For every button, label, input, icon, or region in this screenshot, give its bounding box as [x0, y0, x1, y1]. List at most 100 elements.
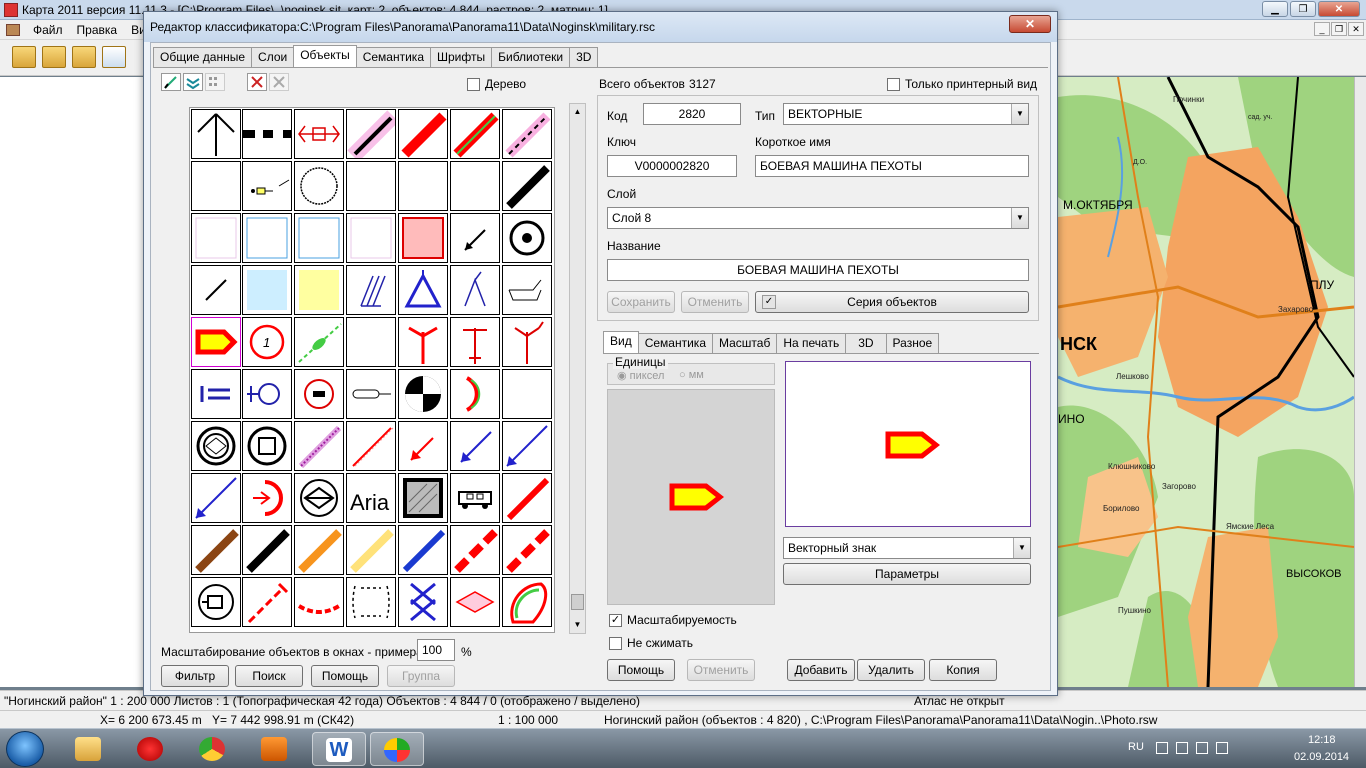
subtab-scale[interactable]: Масштаб: [712, 333, 778, 353]
mdi-minimize-icon[interactable]: _: [1314, 22, 1330, 36]
tray-volume-icon[interactable]: [1216, 742, 1228, 754]
symbol-cell[interactable]: [242, 577, 292, 627]
symbol-cell[interactable]: [346, 421, 396, 471]
subtab-semantics[interactable]: Семантика: [637, 333, 713, 353]
taskbar-explorer[interactable]: [62, 732, 116, 766]
short-name-input[interactable]: БОЕВАЯ МАШИНА ПЕХОТЫ: [755, 155, 1029, 177]
symbol-cell[interactable]: [450, 369, 500, 419]
object-symbol-grid[interactable]: 1 Aria: [189, 107, 555, 633]
symbol-cell[interactable]: [502, 525, 552, 575]
symbol-cell[interactable]: [450, 317, 500, 367]
series-button[interactable]: ✓ Серия объектов: [755, 291, 1029, 313]
move-objects-icon[interactable]: [183, 73, 203, 91]
symbol-cell[interactable]: [191, 369, 241, 419]
symbol-cell[interactable]: [294, 369, 344, 419]
open-folder-icon[interactable]: [12, 46, 36, 68]
grid-scrollbar[interactable]: ▲ ▼: [569, 103, 586, 634]
symbol-cell[interactable]: [346, 525, 396, 575]
symbol-cell[interactable]: [502, 577, 552, 627]
save-button[interactable]: Сохранить: [607, 291, 675, 313]
mdi-close-icon[interactable]: ✕: [1348, 22, 1364, 36]
symbol-cell[interactable]: [242, 421, 292, 471]
symbol-cell[interactable]: [294, 421, 344, 471]
menu-file[interactable]: Файл: [26, 23, 70, 37]
help-button-2[interactable]: Помощь: [607, 659, 675, 681]
name-input[interactable]: БОЕВАЯ МАШИНА ПЕХОТЫ: [607, 259, 1029, 281]
language-indicator[interactable]: RU: [1128, 741, 1144, 753]
delete-button[interactable]: Удалить: [857, 659, 925, 681]
symbol-cell[interactable]: [294, 525, 344, 575]
copy-button[interactable]: Копия: [929, 659, 997, 681]
glyph-type-select[interactable]: Векторный знак ▼: [783, 537, 1031, 559]
symbol-cell[interactable]: [346, 317, 396, 367]
symbol-cell[interactable]: [346, 369, 396, 419]
subtab-print[interactable]: На печать: [776, 333, 847, 353]
scroll-up-icon[interactable]: ▲: [570, 104, 585, 120]
symbol-cell[interactable]: [450, 213, 500, 263]
symbol-cell[interactable]: [450, 421, 500, 471]
cancel-button-2[interactable]: Отменить: [687, 659, 755, 681]
symbol-cell[interactable]: [294, 161, 344, 211]
code-input[interactable]: 2820: [643, 103, 741, 125]
close-icon[interactable]: ✕: [1009, 15, 1051, 33]
scalable-checkbox[interactable]: ✓: [609, 614, 622, 627]
symbol-cell[interactable]: [502, 317, 552, 367]
tab-semantics[interactable]: Семантика: [355, 47, 431, 67]
clock-date[interactable]: 02.09.2014: [1294, 751, 1349, 763]
menu-edit[interactable]: Правка: [70, 23, 125, 37]
symbol-cell[interactable]: [398, 109, 448, 159]
tray-power-icon[interactable]: [1196, 742, 1208, 754]
symbol-cell[interactable]: [191, 473, 241, 523]
tree-checkbox[interactable]: [467, 78, 480, 91]
mdi-restore-icon[interactable]: ❐: [1331, 22, 1347, 36]
symbol-cell[interactable]: [294, 213, 344, 263]
filter-button[interactable]: Фильтр: [161, 665, 229, 687]
taskbar-chrome[interactable]: [186, 732, 240, 766]
symbol-cell[interactable]: [398, 473, 448, 523]
grid-view-icon[interactable]: [205, 73, 225, 91]
search-button[interactable]: Поиск: [235, 665, 303, 687]
symbol-cell[interactable]: [191, 577, 241, 627]
symbol-cell[interactable]: [450, 109, 500, 159]
symbol-cell[interactable]: [398, 317, 448, 367]
subtab-misc[interactable]: Разное: [885, 333, 940, 353]
symbol-cell[interactable]: [502, 265, 552, 315]
symbol-cell[interactable]: [450, 525, 500, 575]
symbol-cell[interactable]: [502, 369, 552, 419]
symbol-cell[interactable]: [398, 525, 448, 575]
symbol-cell[interactable]: [242, 473, 292, 523]
start-button[interactable]: [6, 731, 44, 767]
unit-mm-radio[interactable]: ○ мм: [679, 369, 704, 381]
tab-objects[interactable]: Объекты: [293, 45, 357, 67]
layer-select[interactable]: Слой 8 ▼: [607, 207, 1029, 229]
symbol-cell[interactable]: [191, 265, 241, 315]
tab-layers[interactable]: Слои: [251, 47, 295, 67]
symbol-cell[interactable]: [294, 577, 344, 627]
symbol-cell[interactable]: [191, 109, 241, 159]
group-button[interactable]: Группа: [387, 665, 455, 687]
map-view[interactable]: Починки Д.О. М.ОКТЯБРЯ ПЛУ НСК Захарово …: [1058, 77, 1354, 687]
symbol-cell[interactable]: [242, 369, 292, 419]
type-select[interactable]: ВЕКТОРНЫЕ ▼: [783, 103, 1029, 125]
symbol-cell[interactable]: [502, 213, 552, 263]
symbol-cell[interactable]: [294, 473, 344, 523]
tab-general[interactable]: Общие данные: [153, 47, 253, 67]
taskbar-panorama[interactable]: [370, 732, 424, 766]
symbol-cell[interactable]: [398, 161, 448, 211]
symbol-cell[interactable]: [398, 369, 448, 419]
taskbar-ccleaner[interactable]: [124, 732, 178, 766]
chevron-down-icon[interactable]: ▼: [1013, 538, 1030, 558]
symbol-cell[interactable]: [191, 421, 241, 471]
symbol-cell[interactable]: [346, 577, 396, 627]
subtab-3d[interactable]: 3D: [845, 333, 887, 353]
scaling-input[interactable]: 100: [417, 639, 455, 661]
chevron-down-icon[interactable]: ▼: [1011, 208, 1028, 228]
printer-only-checkbox[interactable]: [887, 78, 900, 91]
symbol-cell[interactable]: [242, 109, 292, 159]
unit-pixel-radio[interactable]: ◉ пиксел: [617, 369, 664, 382]
symbol-cell[interactable]: [450, 161, 500, 211]
symbol-cell[interactable]: [346, 265, 396, 315]
symbol-cell[interactable]: [242, 213, 292, 263]
open-project-icon[interactable]: [72, 46, 96, 68]
symbol-cell[interactable]: [346, 213, 396, 263]
